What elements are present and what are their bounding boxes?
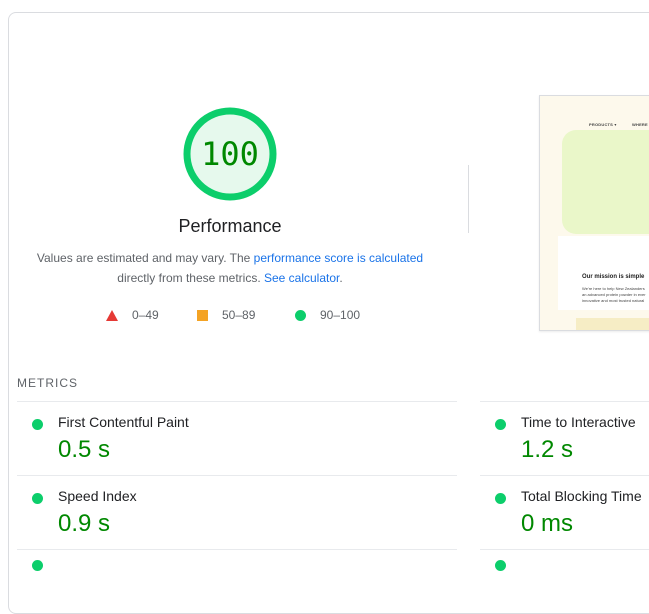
- see-calculator-link[interactable]: See calculator: [264, 271, 339, 285]
- pass-circle-icon: [32, 560, 43, 571]
- pass-circle-icon: [32, 493, 43, 504]
- category-title: Performance: [178, 216, 282, 236]
- metrics-divider: [480, 401, 649, 402]
- metric-value: 0.5 s: [58, 436, 111, 463]
- performance-gauge: 100: [182, 106, 278, 202]
- legend-item-average: 50–89: [197, 308, 255, 322]
- pass-circle-icon: [295, 309, 306, 321]
- thumbnail-text-line: innovative and most trusted natural: [582, 298, 645, 303]
- pass-circle-icon: [495, 419, 506, 430]
- legend-label: 90–100: [320, 308, 361, 322]
- final-screenshot-thumbnail[interactable]: PRODUCTS ▾ WHERE Our mission is simple W…: [539, 95, 649, 331]
- metric-value: 1.2 s: [521, 436, 574, 463]
- metrics-divider: [17, 475, 457, 476]
- pass-circle-icon: [495, 493, 506, 504]
- metrics-divider: [480, 549, 649, 550]
- score-calculated-link[interactable]: performance score is calculated: [254, 251, 423, 265]
- thumbnail-nav-item: PRODUCTS ▾: [589, 122, 617, 127]
- pass-circle-icon: [32, 419, 43, 430]
- legend-label: 0–49: [132, 308, 159, 322]
- vertical-divider: [468, 165, 469, 233]
- metrics-divider: [17, 549, 457, 550]
- thumbnail-nav-item: WHERE: [632, 122, 648, 127]
- score-description: Values are estimated and may vary. The p…: [30, 248, 430, 288]
- thumbnail-text-line: We're here to help New Zealanders: [582, 286, 645, 291]
- score-value: 100: [201, 135, 259, 173]
- description-text: .: [339, 271, 343, 285]
- legend-item-fail: 0–49: [106, 308, 159, 322]
- metrics-divider: [480, 475, 649, 476]
- thumbnail-text-line: an advanced protein powder in ever: [582, 292, 646, 297]
- description-text: Values are estimated and may vary. The: [36, 251, 254, 265]
- legend-item-pass: 90–100: [295, 308, 360, 322]
- metrics-heading: METRICS: [17, 376, 78, 390]
- thumbnail-footer: [576, 318, 649, 330]
- pass-circle-icon: [495, 560, 506, 571]
- average-square-icon: [197, 309, 208, 321]
- thumbnail-hero: [562, 130, 649, 234]
- metric-label: Time to Interactive: [521, 414, 636, 430]
- metric-value: 0.9 s: [58, 510, 111, 537]
- description-text: directly from these metrics.: [117, 271, 264, 285]
- metrics-divider: [17, 401, 457, 402]
- fail-triangle-icon: [106, 309, 118, 321]
- metric-label: Speed Index: [58, 488, 137, 504]
- metric-label: Total Blocking Time: [521, 488, 642, 504]
- metric-value: 0 ms: [521, 510, 574, 537]
- legend-label: 50–89: [222, 308, 256, 322]
- metric-label: First Contentful Paint: [58, 414, 189, 430]
- thumbnail-heading: Our mission is simple: [582, 274, 645, 280]
